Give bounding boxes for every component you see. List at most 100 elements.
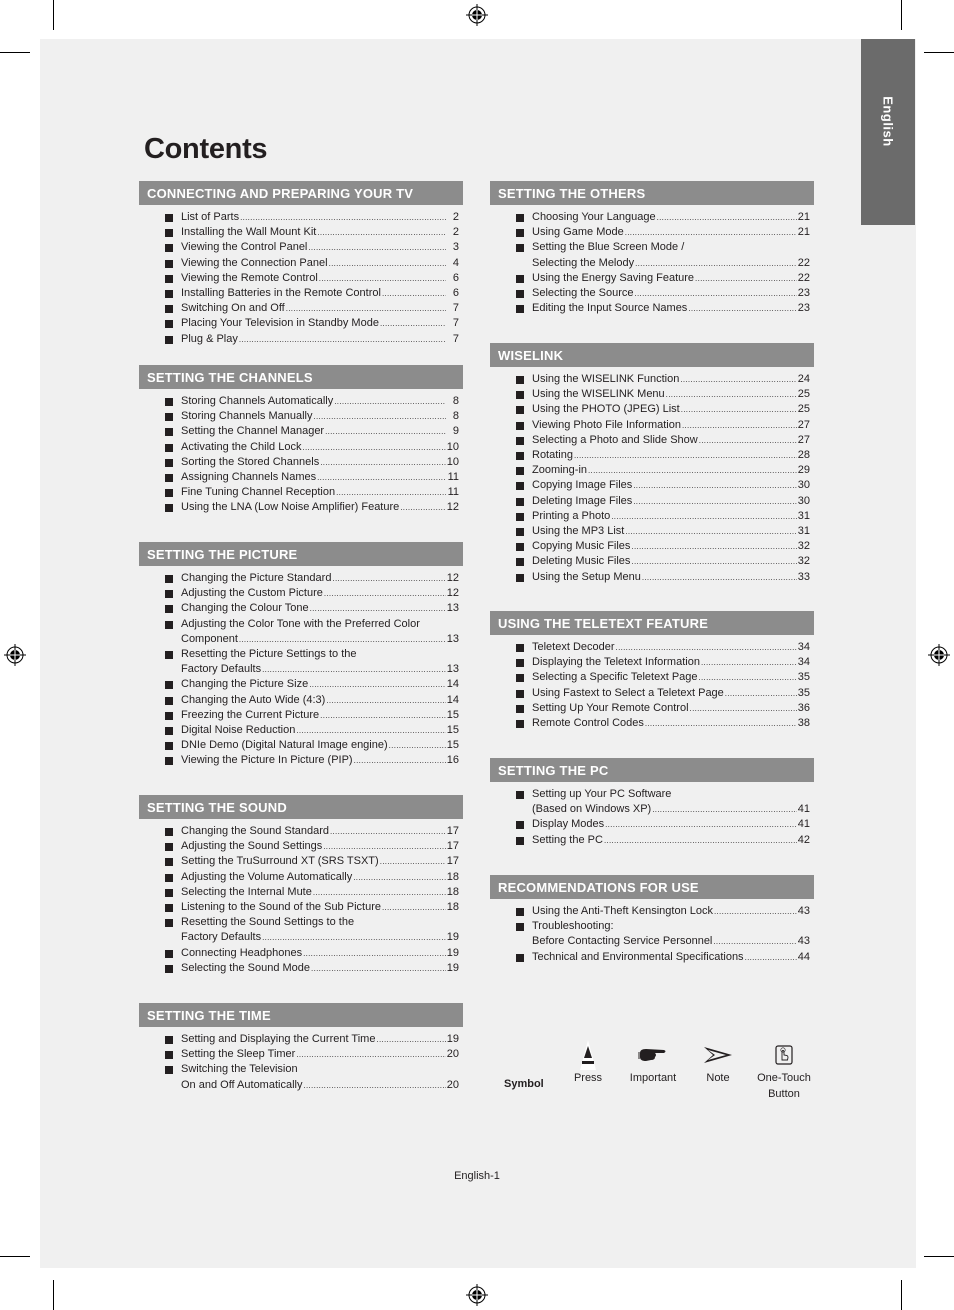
- toc-entry[interactable]: Using the Energy Saving Feature 22: [490, 271, 814, 286]
- toc-entry[interactable]: Changing the Picture Size 14: [139, 677, 463, 692]
- toc-entry[interactable]: Storing Channels Automatically 8: [139, 394, 463, 409]
- toc-entry[interactable]: Using Game Mode 21: [490, 225, 814, 240]
- square-bullet-icon: [165, 828, 173, 836]
- toc-entry-title: Setting the TruSurround XT (SRS TSXT): [181, 855, 379, 868]
- toc-entry-title: Using the LNA (Low Noise Amplifier) Feat…: [181, 501, 400, 514]
- toc-entry[interactable]: Switching the Television On and Off Autom…: [139, 1062, 463, 1092]
- toc-entry[interactable]: Adjusting the Custom Picture 12: [139, 586, 463, 601]
- toc-entry[interactable]: Deleting Music Files 32: [490, 554, 814, 569]
- toc-entry-title: Storing Channels Manually: [181, 410, 313, 423]
- toc-entry[interactable]: Technical and Environmental Specificatio…: [490, 950, 814, 965]
- toc-entry[interactable]: Changing the Sound Standard 17: [139, 824, 463, 839]
- toc-entry[interactable]: Fine Tuning Channel Reception 11: [139, 485, 463, 500]
- toc-entry-title: Factory Defaults: [181, 663, 262, 676]
- square-bullet-icon: [516, 573, 524, 582]
- toc-entry[interactable]: Displaying the Teletext Information 34: [490, 655, 814, 670]
- toc-entry[interactable]: Switching On and Off 7: [139, 301, 463, 316]
- toc-entry[interactable]: Using Fastext to Select a Teletext Page 3…: [490, 686, 814, 701]
- toc-entry[interactable]: Selecting the Source 23: [490, 286, 814, 301]
- toc-entry[interactable]: Using the WISELINK Menu 25: [490, 387, 814, 402]
- toc-entry[interactable]: Viewing Photo File Information 27: [490, 418, 814, 433]
- toc-entry[interactable]: Setting up Your PC Software (Based on Win…: [490, 787, 814, 817]
- toc-list: Using the Anti-Theft Kensington Lock43Tr…: [490, 899, 814, 965]
- toc-entry[interactable]: Sorting the Stored Channels 10: [139, 455, 463, 470]
- toc-entry[interactable]: Connecting Headphones 19: [139, 946, 463, 961]
- toc-entry[interactable]: Installing the Wall Mount Kit 2: [139, 225, 463, 240]
- toc-entry[interactable]: Troubleshooting: Before Contacting Servic…: [490, 919, 814, 949]
- toc-entry[interactable]: Using the MP3 List 31: [490, 524, 814, 539]
- toc-entry[interactable]: Selecting a Specific Teletext Page 35: [490, 670, 814, 685]
- toc-entry[interactable]: Deleting Image Files 30: [490, 494, 814, 509]
- toc-entry[interactable]: Selecting a Photo and Slide Show 27: [490, 433, 814, 448]
- square-bullet-icon: [165, 696, 173, 705]
- square-bullet-icon: [165, 711, 173, 720]
- toc-entry-title: Connecting Headphones: [181, 946, 303, 959]
- toc-entry[interactable]: Choosing Your Language 21: [490, 210, 814, 225]
- toc-entry[interactable]: Copying Music Files 32: [490, 539, 814, 554]
- toc-entry[interactable]: Freezing the Current Picture 15: [139, 708, 463, 723]
- section-heading: SETTING THE OTHERS: [490, 181, 814, 205]
- toc-entry[interactable]: Viewing the Connection Panel 4: [139, 256, 463, 271]
- toc-entry[interactable]: Listening to the Sound of the Sub Pictur…: [139, 900, 463, 915]
- square-bullet-icon: [516, 689, 524, 698]
- toc-entry[interactable]: Using the WISELINK Function 24: [490, 372, 814, 387]
- toc-entry[interactable]: Assigning Channels Names 11: [139, 470, 463, 485]
- toc-entry[interactable]: Plug & Play 7: [139, 332, 463, 347]
- toc-entry[interactable]: Setting the Sleep Timer 20: [139, 1047, 463, 1062]
- toc-entry[interactable]: Display Modes 41: [490, 817, 814, 832]
- toc-entry[interactable]: Setting the Blue Screen Mode / Selecting …: [490, 240, 814, 270]
- toc-entry[interactable]: Activating the Child Lock 10: [139, 440, 463, 455]
- toc-entry[interactable]: Setting the TruSurround XT (SRS TSXT) 17: [139, 854, 463, 869]
- toc-entry[interactable]: Rotating 28: [490, 448, 814, 463]
- toc-entry[interactable]: Using the LNA (Low Noise Amplifier) Feat…: [139, 500, 463, 515]
- toc-entry[interactable]: Placing Your Television in Standby Mode 7: [139, 316, 463, 331]
- toc-entry[interactable]: Installing Batteries in the Remote Contr…: [139, 286, 463, 301]
- registration-mark-icon: [928, 644, 950, 666]
- toc-entry-page: 12: [446, 501, 459, 514]
- toc-entry[interactable]: Editing the Input Source Names 23: [490, 301, 814, 316]
- toc-entry-title: Using the WISELINK Function: [532, 373, 680, 385]
- toc-entry[interactable]: List of Parts 2: [139, 210, 463, 225]
- toc-entry[interactable]: Changing the Auto Wide (4:3) 14: [139, 693, 463, 708]
- toc-entry[interactable]: Printing a Photo 31: [490, 509, 814, 524]
- dot-leader: [326, 693, 445, 708]
- toc-entry[interactable]: Digital Noise Reduction 15: [139, 723, 463, 738]
- toc-entry[interactable]: Copying Image Files 30: [490, 478, 814, 493]
- square-bullet-icon: [516, 376, 524, 384]
- toc-entry[interactable]: Changing the Picture Standard 12: [139, 571, 463, 586]
- dot-leader: [286, 301, 446, 316]
- toc-entry[interactable]: Selecting the Sound Mode 19: [139, 961, 463, 976]
- toc-entry-title: Fine Tuning Channel Reception: [181, 486, 336, 499]
- toc-entry[interactable]: Setting the Channel Manager 9: [139, 424, 463, 439]
- one-touch-button-icon: [775, 1045, 793, 1065]
- toc-entry-page: 18: [446, 870, 459, 883]
- toc-entry[interactable]: Setting and Displaying the Current Time 1…: [139, 1032, 463, 1047]
- toc-entry-title: Teletext Decoder: [532, 641, 615, 653]
- toc-entry[interactable]: Resetting the Sound Settings to the Facto…: [139, 915, 463, 945]
- toc-entry[interactable]: Selecting the Internal Mute 18: [139, 885, 463, 900]
- toc-entry[interactable]: Using the PHOTO (JPEG) List 25: [490, 402, 814, 417]
- dot-leader: [296, 723, 445, 738]
- toc-entry[interactable]: Using the Setup Menu 33: [490, 570, 814, 585]
- toc-entry[interactable]: Setting the PC 42: [490, 833, 814, 848]
- toc-entry[interactable]: Adjusting the Sound Settings 17: [139, 839, 463, 854]
- toc-entry-title: Selecting the Source: [532, 287, 634, 300]
- toc-entry[interactable]: Remote Control Codes 38: [490, 716, 814, 731]
- toc-entry[interactable]: Storing Channels Manually 8: [139, 409, 463, 424]
- toc-entry[interactable]: Teletext Decoder 34: [490, 640, 814, 655]
- toc-entry[interactable]: Adjusting the Color Tone with the Prefer…: [139, 617, 463, 647]
- square-bullet-icon: [165, 458, 173, 467]
- toc-entry[interactable]: Viewing the Remote Control 6: [139, 271, 463, 286]
- toc-entry-title: Using the Anti-Theft Kensington Lock: [532, 905, 713, 917]
- toc-entry[interactable]: Changing the Colour Tone 13: [139, 601, 463, 616]
- toc-entry[interactable]: Using the Anti-Theft Kensington Lock 43: [490, 904, 814, 919]
- toc-entry-page: 19: [446, 931, 459, 944]
- toc-entry[interactable]: DNIe Demo (Digital Natural Image engine)…: [139, 738, 463, 753]
- toc-entry[interactable]: Viewing the Control Panel 3: [139, 240, 463, 255]
- toc-entry[interactable]: Viewing the Picture In Picture (PIP) 16: [139, 753, 463, 768]
- toc-entry[interactable]: Zooming-in 29: [490, 463, 814, 478]
- square-bullet-icon: [516, 406, 524, 415]
- toc-entry[interactable]: Resetting the Picture Settings to the Fac…: [139, 647, 463, 677]
- toc-entry[interactable]: Setting Up Your Remote Control 36: [490, 701, 814, 716]
- toc-entry[interactable]: Adjusting the Volume Automatically 18: [139, 870, 463, 885]
